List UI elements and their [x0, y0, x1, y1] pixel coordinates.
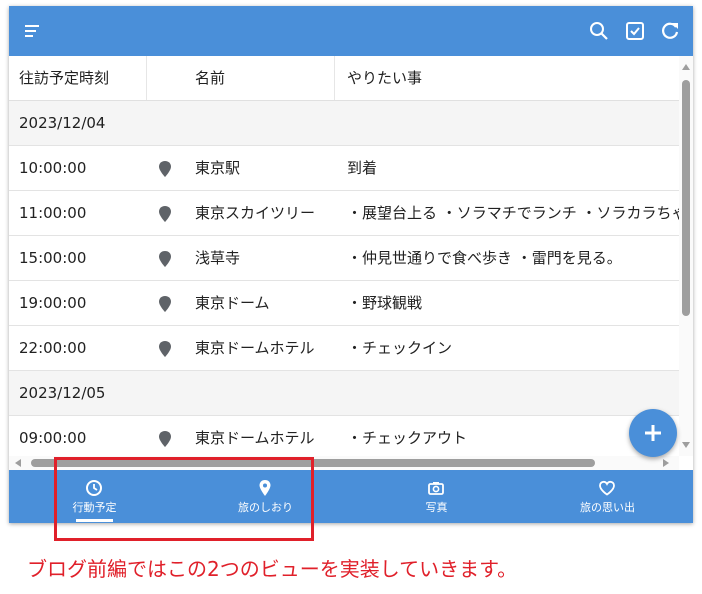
app-window: 往訪予定時刻 名前 やりたい事 2023/12/04 10:00:00 東京駅 … — [9, 6, 693, 523]
group-row[interactable]: 2023/12/04 — [9, 101, 679, 146]
location-pin-icon[interactable] — [157, 250, 175, 268]
place-name: 浅草寺 — [195, 249, 241, 267]
header-time[interactable]: 往訪予定時刻 — [19, 56, 109, 100]
tab-label: 写真 — [425, 501, 448, 514]
scroll-up-arrow-icon[interactable] — [682, 64, 690, 70]
group-row[interactable]: 2023/12/05 — [9, 371, 679, 416]
annotation-caption: ブログ前編ではこの2つのビューを実装していきます。 — [27, 557, 518, 581]
table-row[interactable]: 10:00:00 東京駅 到着 — [9, 146, 679, 191]
plus-icon — [645, 425, 661, 441]
header-todo[interactable]: やりたい事 — [347, 56, 422, 100]
group-date: 2023/12/04 — [19, 114, 106, 132]
top-toolbar — [9, 6, 693, 56]
annotation-highlight-box — [54, 457, 314, 541]
todo-text: ・仲見世通りで食べ歩き ・雷門を見る。 — [347, 249, 622, 267]
place-name: 東京スカイツリー — [195, 204, 316, 222]
checkbox-icon[interactable] — [623, 19, 647, 43]
place-name: 東京ドームホテル — [195, 429, 315, 447]
todo-text: ・展望台上る ・ソラマチでランチ ・ソラカラちゃん — [347, 204, 679, 222]
grid-header: 往訪予定時刻 名前 やりたい事 — [9, 56, 679, 101]
header-name[interactable]: 名前 — [195, 56, 225, 100]
todo-text: ・チェックイン — [347, 339, 453, 357]
add-button[interactable] — [629, 409, 677, 457]
scroll-left-arrow-icon[interactable] — [15, 459, 21, 467]
place-name: 東京ドーム — [195, 294, 270, 312]
visit-time: 11:00:00 — [19, 204, 87, 222]
tab-memories[interactable]: 旅の思い出 — [522, 470, 693, 523]
location-pin-icon[interactable] — [157, 160, 175, 178]
refresh-icon[interactable] — [658, 19, 682, 43]
location-pin-icon[interactable] — [157, 295, 175, 313]
todo-text: ・野球観戦 — [347, 294, 423, 312]
scroll-right-arrow-icon[interactable] — [663, 459, 669, 467]
location-pin-icon[interactable] — [157, 430, 175, 448]
tab-label: 旅の思い出 — [580, 501, 635, 514]
location-pin-icon[interactable] — [157, 205, 175, 223]
heart-icon — [598, 479, 616, 497]
table-row[interactable]: 15:00:00 浅草寺 ・仲見世通りで食べ歩き ・雷門を見る。 — [9, 236, 679, 281]
visit-time: 22:00:00 — [19, 339, 87, 357]
tab-photos[interactable]: 写真 — [351, 470, 522, 523]
todo-text: 到着 — [347, 159, 378, 177]
location-pin-icon[interactable] — [157, 340, 175, 358]
scroll-down-arrow-icon[interactable] — [682, 442, 690, 448]
place-name: 東京ドームホテル — [195, 339, 315, 357]
visit-time: 10:00:00 — [19, 159, 87, 177]
schedule-grid: 往訪予定時刻 名前 やりたい事 2023/12/04 10:00:00 東京駅 … — [9, 56, 679, 456]
place-name: 東京駅 — [195, 159, 241, 177]
column-divider[interactable] — [334, 56, 335, 100]
menu-icon[interactable] — [21, 19, 45, 43]
table-row[interactable]: 09:00:00 東京ドームホテル ・チェックアウト — [9, 416, 679, 456]
group-date: 2023/12/05 — [19, 384, 106, 402]
search-icon[interactable] — [587, 19, 611, 43]
table-row[interactable]: 11:00:00 東京スカイツリー ・展望台上る ・ソラマチでランチ ・ソラカラ… — [9, 191, 679, 236]
vertical-scroll-thumb[interactable] — [682, 80, 690, 316]
camera-icon — [427, 479, 445, 497]
vertical-scrollbar[interactable] — [679, 56, 693, 456]
column-divider[interactable] — [146, 56, 147, 100]
visit-time: 19:00:00 — [19, 294, 87, 312]
table-row[interactable]: 22:00:00 東京ドームホテル ・チェックイン — [9, 326, 679, 371]
visit-time: 09:00:00 — [19, 429, 87, 447]
table-row[interactable]: 19:00:00 東京ドーム ・野球観戦 — [9, 281, 679, 326]
visit-time: 15:00:00 — [19, 249, 87, 267]
